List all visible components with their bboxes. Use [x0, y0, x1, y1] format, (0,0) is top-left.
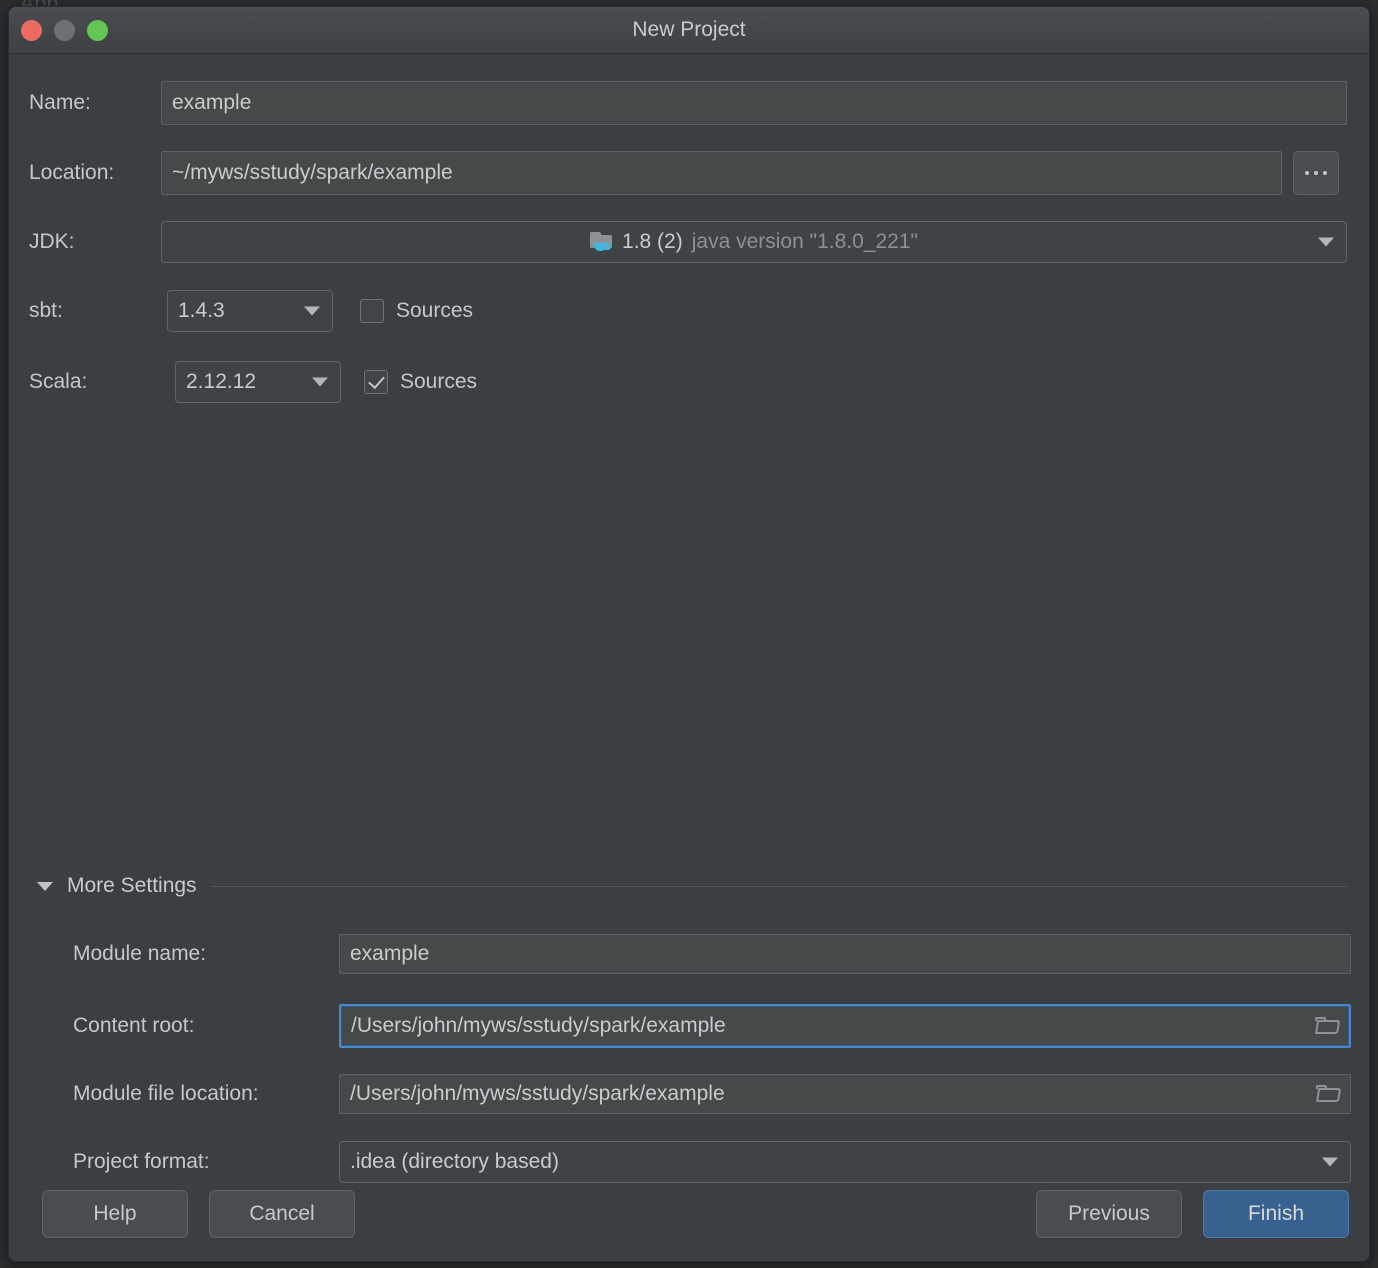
content-root-input[interactable]: /Users/john/myws/sstudy/spark/example: [339, 1004, 1351, 1048]
chevron-down-icon: [312, 377, 328, 387]
content-root-value: /Users/john/myws/sstudy/spark/example: [351, 1014, 726, 1037]
scala-label: Scala:: [29, 370, 88, 393]
dot-icon: [1314, 171, 1318, 175]
name-row: Name: example: [29, 81, 1351, 125]
project-format-row: Project format: .idea (directory based): [73, 1141, 1351, 1183]
location-browse-button[interactable]: [1293, 151, 1339, 195]
chevron-down-icon: [1322, 1157, 1338, 1167]
module-file-location-label: Module file location:: [73, 1082, 259, 1105]
location-input-value: ~/myws/sstudy/spark/example: [172, 161, 453, 184]
scala-version-value: 2.12.12: [186, 370, 257, 393]
name-label: Name:: [29, 91, 91, 114]
chevron-down-icon: [1318, 237, 1334, 247]
maximize-button[interactable]: [87, 19, 108, 41]
more-settings-title: More Settings: [67, 874, 197, 897]
jdk-label: JDK:: [29, 230, 75, 253]
content-root-label: Content root:: [73, 1014, 195, 1037]
location-label: Location:: [29, 161, 115, 184]
content-root-row: Content root: /Users/john/myws/sstudy/sp…: [73, 1004, 1351, 1048]
location-input[interactable]: ~/myws/sstudy/spark/example: [161, 151, 1282, 195]
window-controls: [21, 7, 108, 53]
right-button-group: Previous Finish: [1036, 1190, 1349, 1238]
dot-icon: [1323, 171, 1327, 175]
checkbox-box: [360, 299, 384, 323]
scala-row: Scala: 2.12.12 Sources: [29, 361, 477, 403]
close-button[interactable]: [21, 19, 42, 41]
module-name-row: Module name: example: [73, 934, 1351, 974]
sbt-label: sbt:: [29, 299, 63, 322]
scala-sources-label: Sources: [400, 370, 478, 393]
name-input-value: example: [172, 91, 252, 114]
jdk-version-detail: java version "1.8.0_221": [691, 230, 918, 253]
sbt-version-value: 1.4.3: [178, 299, 225, 322]
jdk-version-value: 1.8 (2): [622, 230, 683, 253]
chevron-down-icon: [37, 881, 53, 891]
more-settings-toggle[interactable]: More Settings: [37, 874, 1347, 898]
cancel-button[interactable]: Cancel: [209, 1190, 355, 1238]
dialog-content: Name: example Location: ~/myws/sstudy/sp…: [9, 54, 1369, 1261]
section-divider: [210, 885, 1347, 887]
checkbox-box-checked: [364, 370, 388, 394]
finish-button[interactable]: Finish: [1203, 1190, 1349, 1238]
sbt-version-select[interactable]: 1.4.3: [167, 290, 333, 332]
sbt-row: sbt: 1.4.3 Sources: [29, 290, 473, 332]
dialog-title: New Project: [632, 18, 746, 41]
project-format-select[interactable]: .idea (directory based): [339, 1141, 1351, 1183]
sbt-sources-checkbox[interactable]: Sources: [360, 299, 473, 323]
module-file-location-input[interactable]: /Users/john/myws/sstudy/spark/example: [339, 1074, 1351, 1114]
project-format-label: Project format:: [73, 1150, 210, 1173]
jdk-select[interactable]: 1.8 (2) java version "1.8.0_221": [161, 221, 1347, 263]
module-file-location-value: /Users/john/myws/sstudy/spark/example: [350, 1082, 725, 1105]
dot-icon: [1305, 171, 1309, 175]
sbt-sources-label: Sources: [396, 299, 474, 322]
module-name-label: Module name:: [73, 942, 207, 965]
module-file-location-row: Module file location: /Users/john/myws/s…: [73, 1074, 1351, 1114]
module-name-input[interactable]: example: [339, 934, 1351, 974]
project-format-value: .idea (directory based): [350, 1150, 559, 1173]
jdk-row: JDK: 1.8 (2) java version "1.8.0_221": [29, 221, 1351, 263]
jdk-folder-coffee-icon: [590, 231, 614, 253]
previous-button[interactable]: Previous: [1036, 1190, 1182, 1238]
help-button[interactable]: Help: [42, 1190, 188, 1238]
dialog-titlebar: New Project: [9, 7, 1369, 54]
scala-version-select[interactable]: 2.12.12: [175, 361, 341, 403]
module-name-value: example: [350, 942, 430, 965]
scala-sources-checkbox[interactable]: Sources: [364, 370, 477, 394]
folder-browse-icon[interactable]: [1315, 1016, 1341, 1036]
name-input[interactable]: example: [161, 81, 1347, 125]
chevron-down-icon: [304, 306, 320, 316]
folder-browse-icon[interactable]: [1316, 1084, 1342, 1104]
left-button-group: Help Cancel: [42, 1190, 355, 1238]
minimize-button[interactable]: [54, 19, 75, 41]
location-row: Location: ~/myws/sstudy/spark/example: [29, 151, 1351, 195]
new-project-dialog: New Project Name: example Location: ~/my…: [8, 6, 1370, 1262]
